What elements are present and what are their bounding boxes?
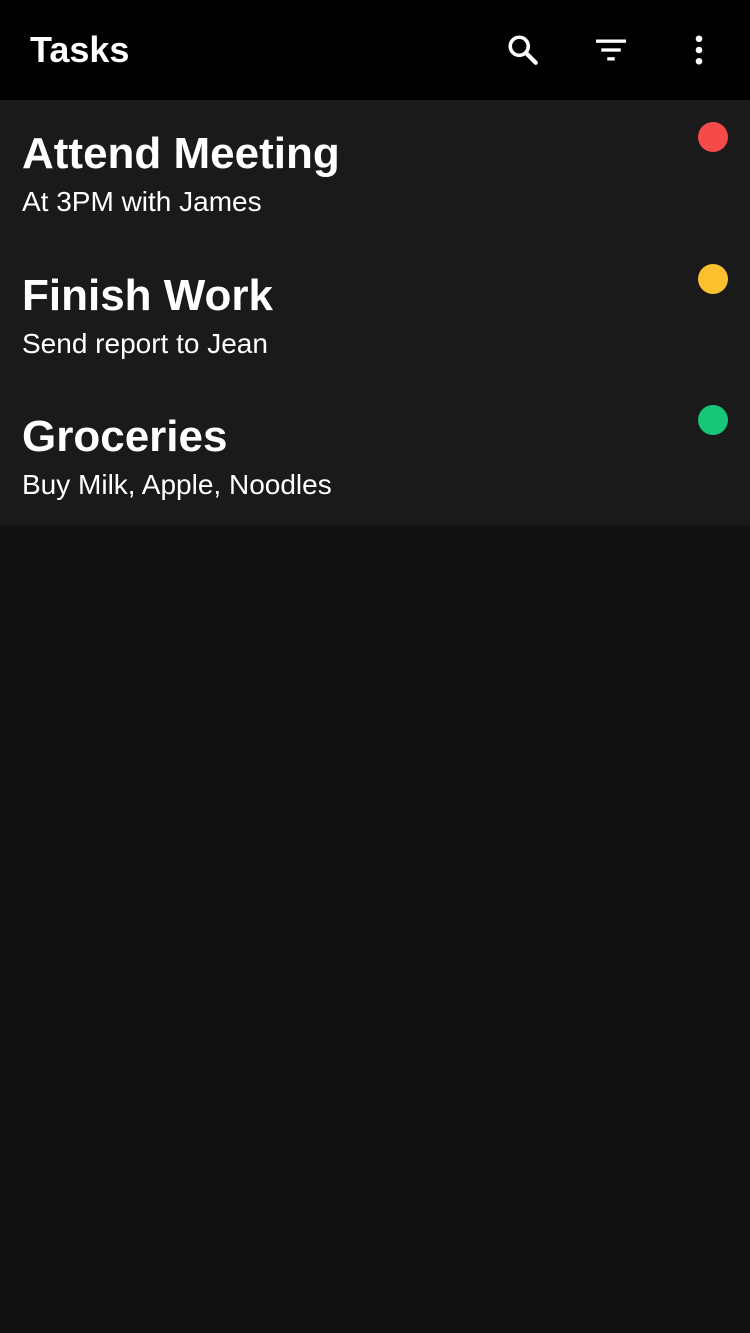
priority-indicator (698, 405, 728, 435)
priority-indicator (698, 263, 728, 294)
filter-button[interactable] (583, 22, 639, 78)
search-button[interactable] (495, 22, 551, 78)
task-subtitle: Buy Milk, Apple, Noodles (22, 469, 332, 500)
task-item[interactable]: Attend Meeting At 3PM with James (0, 100, 750, 242)
task-title: Groceries (22, 412, 228, 461)
filter-icon (596, 39, 626, 61)
task-list: Attend Meeting At 3PM with James Finish … (0, 100, 750, 525)
task-item[interactable]: Groceries Buy Milk, Apple, Noodles (0, 383, 750, 525)
task-subtitle: At 3PM with James (22, 186, 262, 217)
task-title: Finish Work (22, 270, 273, 320)
app-title: Tasks (30, 29, 130, 70)
task-subtitle: Send report to Jean (22, 327, 268, 359)
more-options-button[interactable] (671, 22, 727, 78)
task-title: Attend Meeting (22, 129, 340, 178)
priority-indicator (698, 122, 728, 152)
search-icon (508, 35, 538, 65)
more-vert-icon (695, 35, 703, 65)
task-item[interactable]: Finish Work Send report to Jean (0, 242, 750, 384)
app-bar: Tasks (0, 0, 750, 100)
